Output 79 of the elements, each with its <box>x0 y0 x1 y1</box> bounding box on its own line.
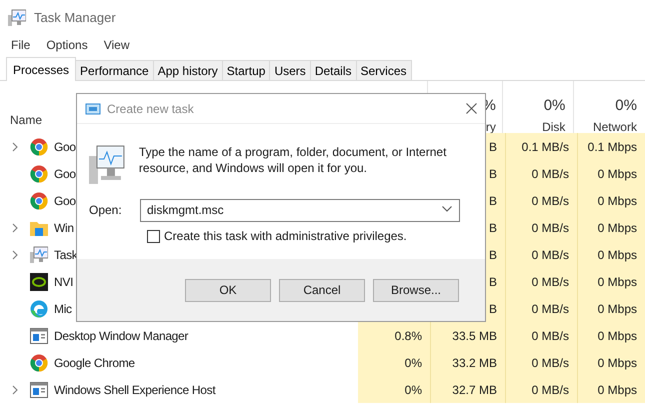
column-header[interactable]: ry <box>486 118 496 136</box>
process-name: Goo <box>54 138 76 156</box>
folder-icon <box>30 220 48 236</box>
checkbox-label: Create this task with administrative privileges. <box>164 228 407 245</box>
disk-cell: 0.1 MB/s <box>505 133 577 160</box>
tab[interactable]: Details <box>310 60 356 81</box>
close-icon[interactable] <box>466 103 477 114</box>
monitor-icon <box>8 9 26 27</box>
browser-icon <box>30 164 48 182</box>
column-header[interactable]: Network <box>592 118 637 136</box>
disk-cell: 0 MB/s <box>505 322 577 349</box>
column-value: 0% <box>615 96 637 116</box>
dialog-button[interactable]: OK <box>185 278 271 302</box>
checkbox[interactable] <box>147 230 160 242</box>
cpu-cell: 0.8% <box>358 322 430 349</box>
tab[interactable]: App history <box>154 60 223 81</box>
disk-cell: 0 MB/s <box>505 268 577 295</box>
memory-cell: 33.5 MB <box>430 322 505 349</box>
network-cell: 0 Mbps <box>577 295 645 322</box>
column-header[interactable]: Disk <box>542 118 566 136</box>
process-name: Win <box>54 220 74 236</box>
process-name: Desktop Window Manager <box>54 328 188 344</box>
chevron-icon[interactable] <box>12 384 18 394</box>
dropdown-caret-icon[interactable] <box>442 206 452 212</box>
network-cell: 0 Mbps <box>577 241 645 268</box>
process-name: Goo <box>54 192 76 210</box>
process-name: Goo <box>54 166 76 182</box>
disk-cell: 0 MB/s <box>505 187 577 214</box>
edge-icon <box>30 300 48 318</box>
tab[interactable]: Processes <box>6 57 76 81</box>
cpu-cell: 0% <box>358 376 430 403</box>
chevron-icon[interactable] <box>12 250 18 260</box>
window-icon <box>30 382 48 398</box>
disk-cell: 0 MB/s <box>505 160 577 187</box>
network-cell: 0 Mbps <box>577 160 645 187</box>
network-cell: 0 Mbps <box>577 187 645 214</box>
disk-cell: 0 MB/s <box>505 241 577 268</box>
memory-cell: 32.7 MB <box>430 376 505 403</box>
menu-item[interactable]: File <box>11 36 30 54</box>
disk-cell: 0 MB/s <box>505 295 577 322</box>
browser-icon <box>30 354 48 372</box>
cpu-cell: 0% <box>358 349 430 376</box>
run-icon <box>85 102 101 114</box>
process-name: NVI <box>54 274 74 290</box>
network-cell: 0 Mbps <box>577 214 645 241</box>
dialog-title: Create new task <box>107 100 194 118</box>
network-cell: 0.1 Mbps <box>577 133 645 160</box>
monitor-icon <box>30 246 48 264</box>
browser-icon <box>30 192 48 210</box>
process-name: Task <box>54 246 78 264</box>
tab[interactable]: Users <box>270 60 311 81</box>
network-cell: 0 Mbps <box>577 376 645 403</box>
window-icon <box>30 328 48 344</box>
chevron-icon[interactable] <box>12 142 18 152</box>
column-header[interactable]: Name <box>10 111 42 129</box>
network-cell: 0 Mbps <box>577 268 645 295</box>
process-name: Google Chrome <box>54 354 135 372</box>
browser-icon <box>30 138 48 156</box>
disk-cell: 0 MB/s <box>505 376 577 403</box>
network-cell: 0 Mbps <box>577 322 645 349</box>
open-label: Open: <box>89 202 123 218</box>
process-name: Windows Shell Experience Host <box>54 382 216 398</box>
open-combo-field[interactable]: diskmgmt.msc <box>140 198 460 222</box>
gpu-icon <box>30 272 48 290</box>
tab[interactable]: Services <box>356 60 412 81</box>
dialog-button[interactable]: Cancel <box>279 278 365 302</box>
menu-item[interactable]: Options <box>46 36 88 54</box>
dialog-button[interactable]: Browse... <box>373 278 459 302</box>
disk-cell: 0 MB/s <box>505 349 577 376</box>
memory-cell: 33.2 MB <box>430 349 505 376</box>
network-cell: 0 Mbps <box>577 349 645 376</box>
tab[interactable]: Performance <box>76 60 154 81</box>
window-title: Task Manager <box>34 9 116 28</box>
menu-item[interactable]: View <box>104 36 130 54</box>
disk-cell: 0 MB/s <box>505 214 577 241</box>
process-name: Mic <box>54 300 72 318</box>
chevron-icon[interactable] <box>12 222 18 232</box>
column-value: 0% <box>544 96 566 116</box>
tab[interactable]: Startup <box>222 60 270 81</box>
